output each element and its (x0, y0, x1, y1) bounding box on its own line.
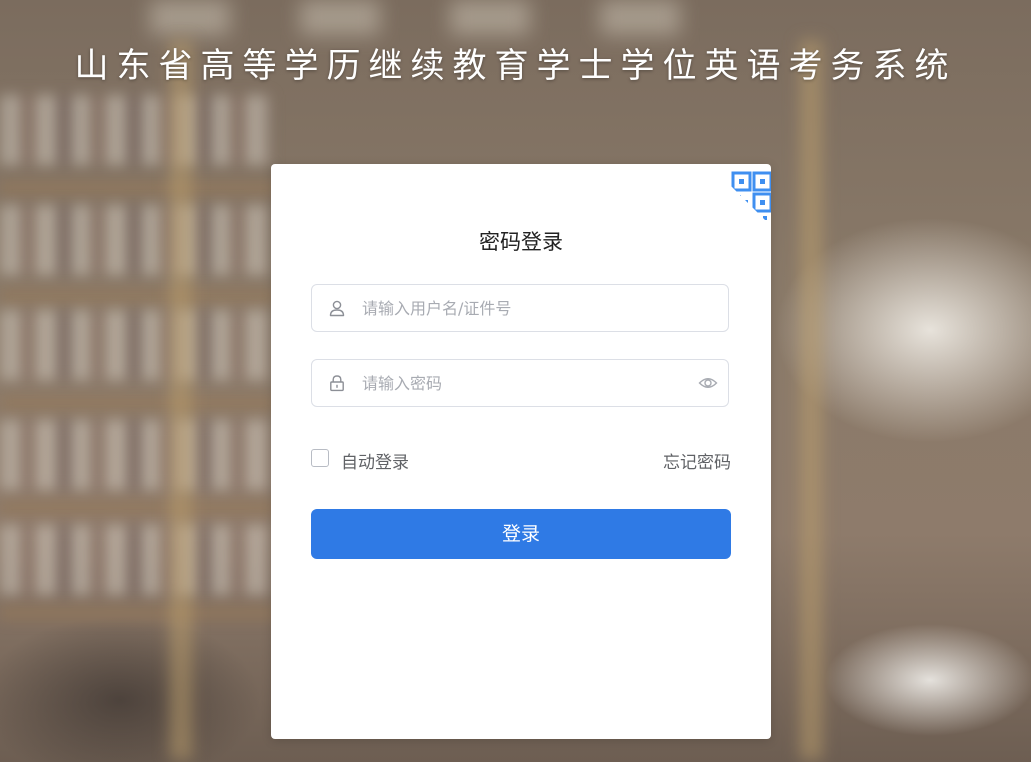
login-heading: 密码登录 (479, 230, 563, 254)
lock-icon (330, 375, 344, 392)
auto-login-label[interactable]: 自动登录 (341, 448, 409, 473)
eye-icon[interactable] (698, 374, 718, 392)
password-input[interactable] (362, 360, 682, 406)
username-field (311, 284, 729, 332)
forgot-password-link[interactable]: 忘记密码 (663, 448, 731, 473)
system-title: 山东省高等学历继续教育学士学位英语考务系统 (74, 46, 957, 86)
login-options: 自动登录 忘记密码 (311, 448, 731, 473)
login-card: 密码登录 自动登录 忘记密码 登录 (271, 164, 771, 739)
user-icon (329, 300, 345, 317)
auto-login-checkbox[interactable] (311, 449, 329, 467)
qr-login-toggle[interactable] (709, 164, 771, 226)
login-button[interactable]: 登录 (311, 509, 731, 559)
username-input[interactable] (362, 285, 682, 331)
qr-code-icon (731, 171, 771, 220)
password-field (311, 359, 729, 407)
